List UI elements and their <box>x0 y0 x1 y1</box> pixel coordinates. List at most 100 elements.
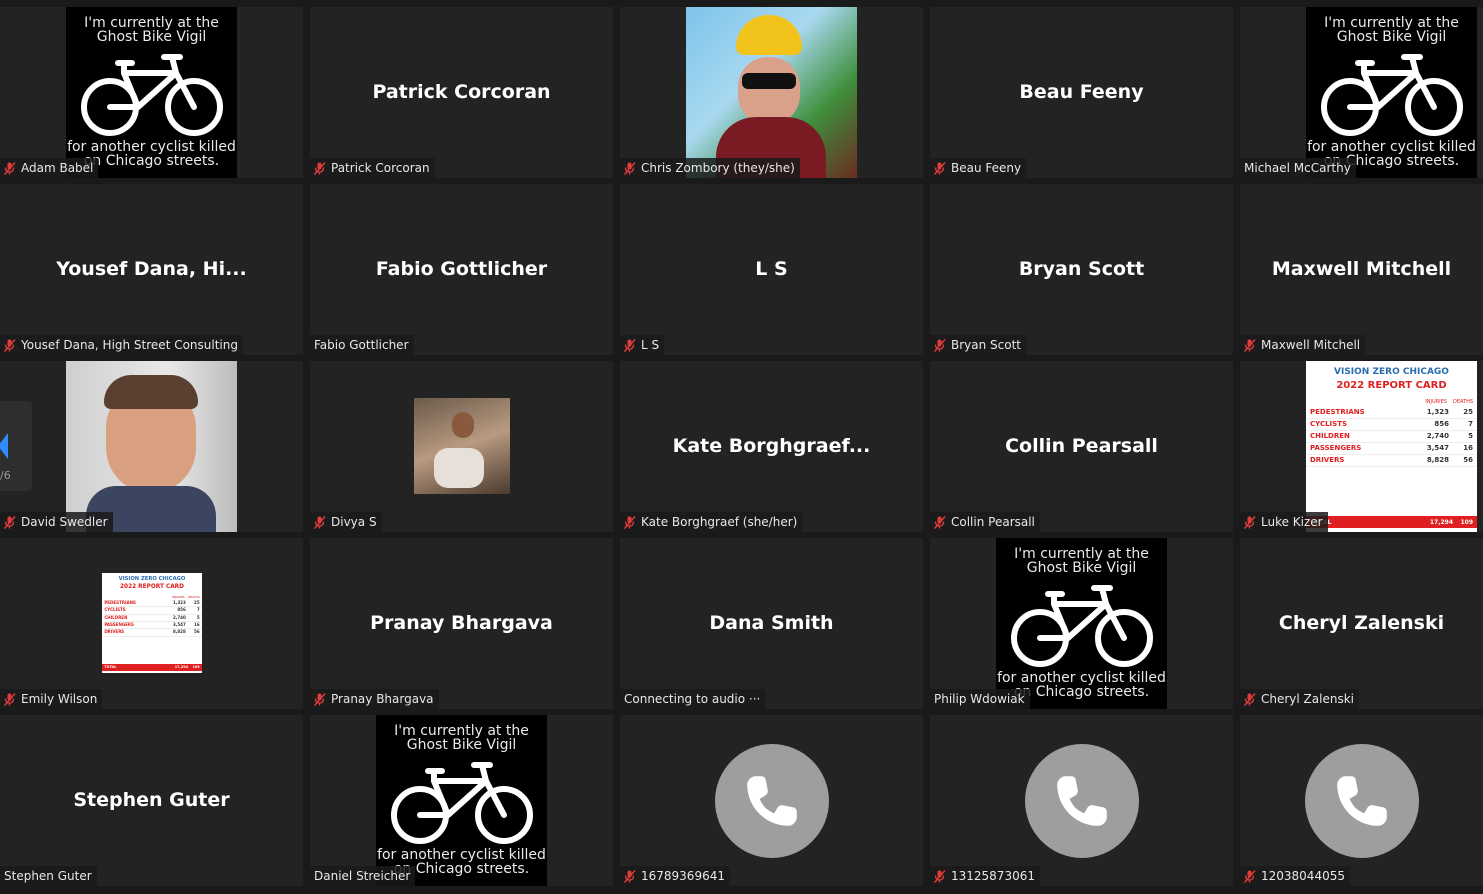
participant-name-label: Michael McCarthy <box>1240 158 1356 178</box>
microphone-muted-icon <box>4 693 16 706</box>
sunglasses <box>742 73 796 89</box>
participant-name: Maxwell Mitchell <box>1261 338 1361 352</box>
participant-name-label: 13125873061 <box>930 866 1040 886</box>
microphone-muted-icon <box>314 516 326 529</box>
participant-display-name: Kate Borghgraef... <box>672 434 871 457</box>
participant-tile[interactable]: Collin Pearsall Collin Pearsall <box>930 361 1233 532</box>
participant-name: Philip Wdowiak <box>934 692 1025 706</box>
participant-tile[interactable]: I'm currently at the Ghost Bike Vigil for… <box>310 715 613 886</box>
participant-name-label: 16789369641 <box>620 866 730 886</box>
participant-name: Beau Feeny <box>951 161 1022 175</box>
microphone-muted-icon <box>934 339 946 352</box>
participant-name-label: Chris Zombory (they/she) <box>620 158 800 178</box>
participant-tile[interactable]: Chris Zombory (they/she) <box>620 7 923 178</box>
participant-name-label: Pranay Bhargava <box>310 689 439 709</box>
phone-participant-avatar <box>1024 744 1139 858</box>
microphone-muted-icon <box>4 339 16 352</box>
participant-name-label: David Swedler <box>0 512 113 532</box>
participant-name-label: Bryan Scott <box>930 335 1027 355</box>
page-indicator: /6 <box>0 469 11 482</box>
participant-tile[interactable]: I'm currently at the Ghost Bike Vigil for… <box>1240 7 1483 178</box>
participant-name-label: Emily Wilson <box>0 689 103 709</box>
participant-photo <box>414 398 510 494</box>
participant-tile[interactable]: L S L S <box>620 184 923 355</box>
microphone-muted-icon <box>314 162 326 175</box>
participant-tile[interactable]: 16789369641 <box>620 715 923 886</box>
microphone-muted-icon <box>314 693 326 706</box>
bicycle-icon <box>80 49 224 139</box>
participant-display-name: Cheryl Zalenski <box>1278 611 1445 634</box>
participant-tile[interactable]: Patrick Corcoran Patrick Corcoran <box>310 7 613 178</box>
participant-name: Emily Wilson <box>21 692 98 706</box>
microphone-muted-icon <box>1244 693 1256 706</box>
participant-display-name: Pranay Bhargava <box>370 611 553 634</box>
participant-name-label: L S <box>620 335 665 355</box>
participant-name-label: Adam Babel <box>0 158 99 178</box>
bicycle-icon <box>1010 580 1154 670</box>
participant-tile[interactable]: I'm currently at the Ghost Bike Vigil for… <box>0 7 303 178</box>
participant-name: Connecting to audio ··· <box>624 692 761 706</box>
participant-tile[interactable]: David Swedler <box>0 361 303 532</box>
vigil-text-top: I'm currently at the Ghost Bike Vigil <box>1324 15 1459 45</box>
chevron-left-icon <box>0 433 8 459</box>
video-grid: I'm currently at the Ghost Bike Vigil for… <box>0 0 1483 894</box>
microphone-muted-icon <box>1244 339 1256 352</box>
bicycle-icon <box>390 757 534 847</box>
participant-name: 13125873061 <box>951 869 1035 883</box>
vigil-text-top: I'm currently at the Ghost Bike Vigil <box>394 723 529 753</box>
participant-tile[interactable]: 13125873061 <box>930 715 1233 886</box>
participant-tile[interactable]: Dana Smith Connecting to audio ··· <box>620 538 923 709</box>
participant-name-label: Fabio Gottlicher <box>310 335 414 355</box>
participant-display-name: Collin Pearsall <box>1005 434 1158 457</box>
participant-display-name: Patrick Corcoran <box>372 80 551 103</box>
participant-name-label: Patrick Corcoran <box>310 158 435 178</box>
participant-name: David Swedler <box>21 515 108 529</box>
previous-page-button[interactable]: /6 <box>0 401 32 491</box>
participant-name-label: Divya S <box>310 512 382 532</box>
microphone-muted-icon <box>624 339 636 352</box>
microphone-muted-icon <box>4 516 16 529</box>
participant-display-name: Stephen Guter <box>73 788 230 811</box>
participant-name-label: Maxwell Mitchell <box>1240 335 1366 355</box>
vigil-text-top: I'm currently at the Ghost Bike Vigil <box>1014 546 1149 576</box>
microphone-muted-icon <box>934 870 946 883</box>
participant-tile[interactable]: Beau Feeny Beau Feeny <box>930 7 1233 178</box>
bicycle-icon <box>1320 49 1464 139</box>
participant-name-label: Yousef Dana, High Street Consulting <box>0 335 243 355</box>
participant-tile[interactable]: VISION ZERO CHICAGO 2022 REPORT CARD INJ… <box>1240 361 1483 532</box>
participant-tile[interactable]: Pranay Bhargava Pranay Bhargava <box>310 538 613 709</box>
participant-name-label: Collin Pearsall <box>930 512 1040 532</box>
participant-name-label: Luke Kizer <box>1240 512 1328 532</box>
phone-icon <box>741 770 803 832</box>
participant-name-label: Beau Feeny <box>930 158 1027 178</box>
microphone-muted-icon <box>1244 870 1256 883</box>
participant-tile[interactable]: Stephen Guter Stephen Guter <box>0 715 303 886</box>
participant-tile[interactable]: Bryan Scott Bryan Scott <box>930 184 1233 355</box>
participant-name: Bryan Scott <box>951 338 1022 352</box>
participant-name: Collin Pearsall <box>951 515 1035 529</box>
participant-name-label: 12038044055 <box>1240 866 1350 886</box>
vigil-text-top: I'm currently at the Ghost Bike Vigil <box>84 15 219 45</box>
participant-tile[interactable]: Maxwell Mitchell Maxwell Mitchell <box>1240 184 1483 355</box>
microphone-muted-icon <box>624 516 636 529</box>
ghost-bike-vigil-image: I'm currently at the Ghost Bike Vigil for… <box>66 7 237 178</box>
participant-tile[interactable]: 12038044055 <box>1240 715 1483 886</box>
phone-icon <box>1051 770 1113 832</box>
microphone-muted-icon <box>934 162 946 175</box>
ghost-bike-vigil-image: I'm currently at the Ghost Bike Vigil for… <box>996 538 1167 709</box>
participant-name-label: Connecting to audio ··· <box>620 689 766 709</box>
participant-display-name: Maxwell Mitchell <box>1271 257 1452 280</box>
participant-tile[interactable]: I'm currently at the Ghost Bike Vigil for… <box>930 538 1233 709</box>
participant-tile[interactable]: Kate Borghgraef... Kate Borghgraef (she/h… <box>620 361 923 532</box>
participant-tile[interactable]: Fabio Gottlicher Fabio Gottlicher <box>310 184 613 355</box>
participant-tile[interactable]: Yousef Dana, Hi... Yousef Dana, High Stre… <box>0 184 303 355</box>
participant-tile[interactable]: VISION ZERO CHICAGO 2022 REPORT CARD INJ… <box>0 538 303 709</box>
participant-display-name: Bryan Scott <box>1018 257 1145 280</box>
participant-tile[interactable]: Divya S <box>310 361 613 532</box>
helmet <box>736 15 802 55</box>
microphone-muted-icon <box>4 162 16 175</box>
participant-tile[interactable]: Cheryl Zalenski Cheryl Zalenski <box>1240 538 1483 709</box>
participant-name-label: Philip Wdowiak <box>930 689 1030 709</box>
participant-name: Yousef Dana, High Street Consulting <box>21 338 238 352</box>
participant-name: Luke Kizer <box>1261 515 1323 529</box>
